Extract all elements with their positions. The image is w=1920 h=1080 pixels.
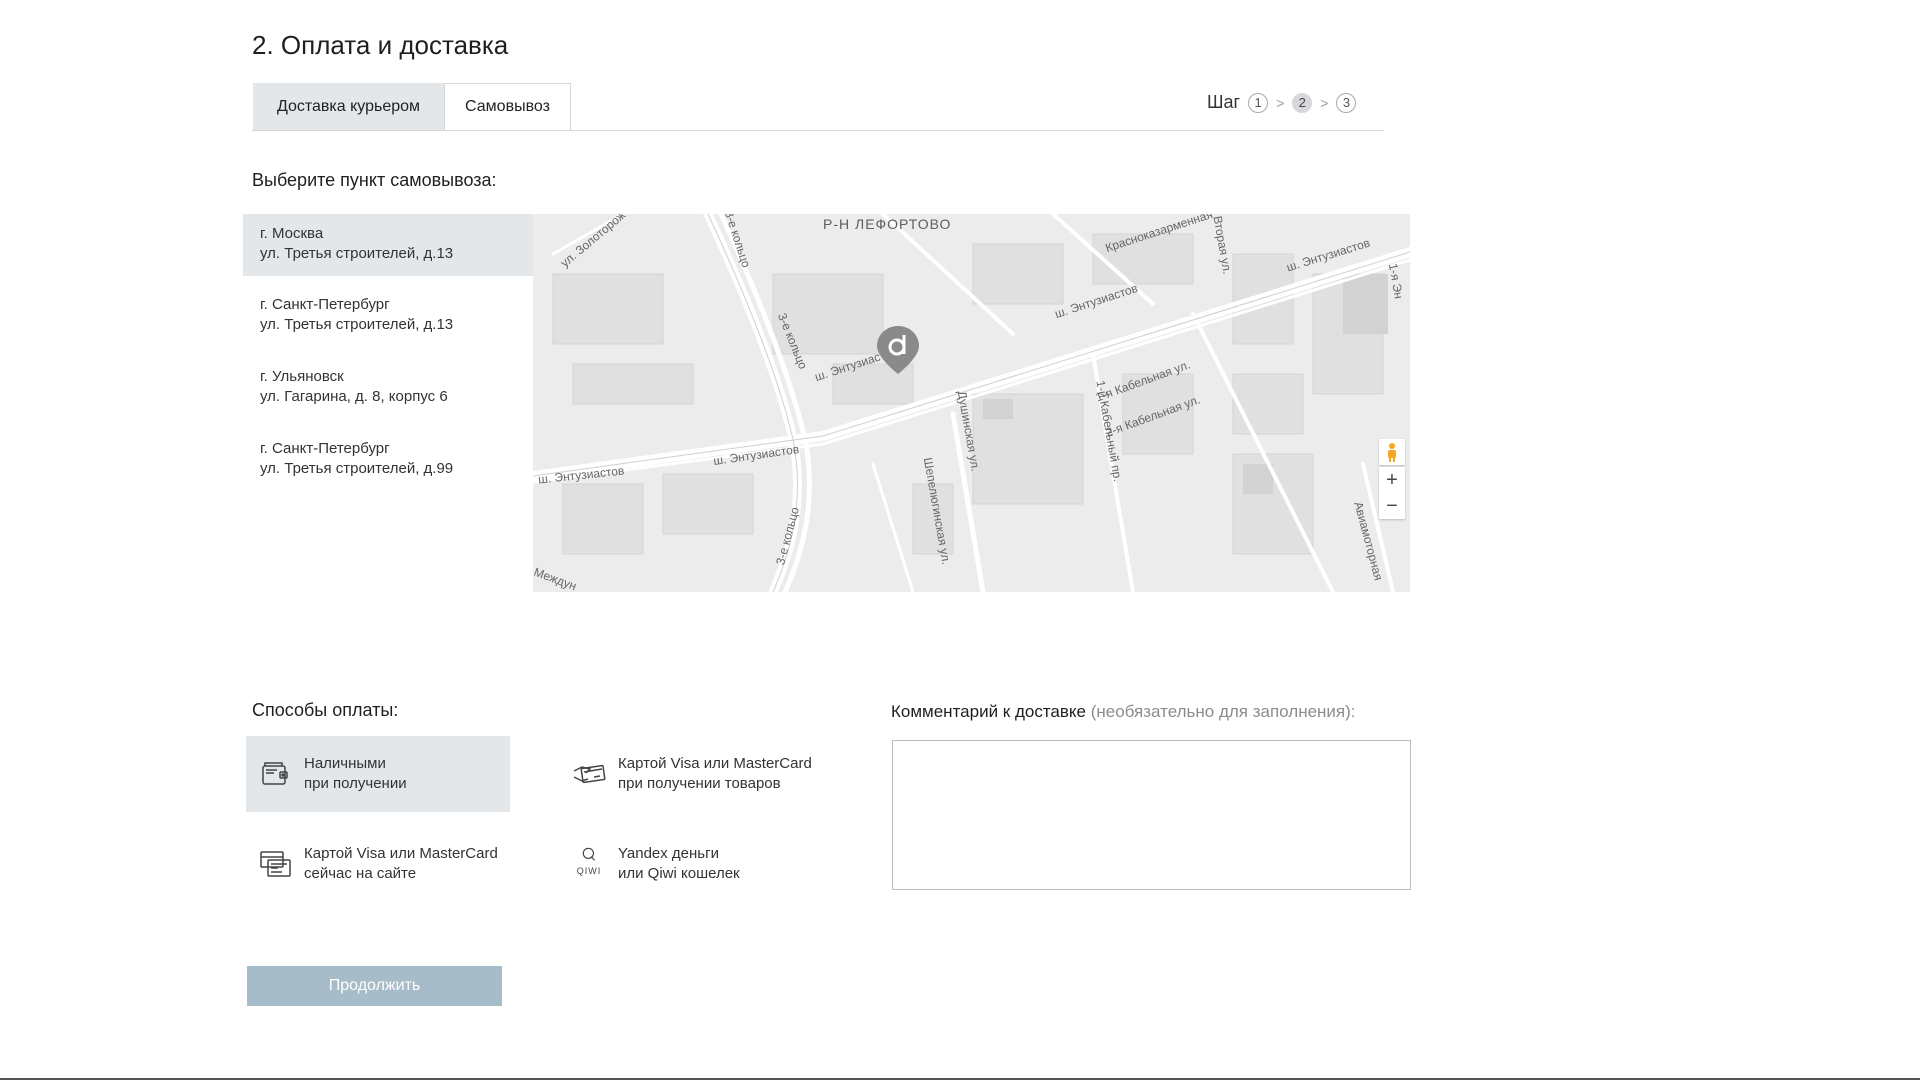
payment-option-line2: при получении товаров xyxy=(618,775,781,792)
payment-option-cash[interactable]: Наличными при получении xyxy=(246,736,510,812)
pickup-point[interactable]: г. Ульяновск ул. Гагарина, д. 8, корпус … xyxy=(243,357,533,419)
step-2: 2 xyxy=(1292,92,1313,113)
zoom-in-button[interactable]: + xyxy=(1379,467,1405,493)
step-indicator: Шаг 1 > 2 > 3 xyxy=(1207,92,1357,113)
wallet-icon xyxy=(258,757,292,791)
pickup-address: ул. Гагарина, д. 8, корпус 6 xyxy=(260,388,448,405)
payment-option-line2: сейчас на сайте xyxy=(304,865,417,882)
pickup-point-list: г. Москва ул. Третья строителей, д.13 г.… xyxy=(243,214,533,592)
continue-button[interactable]: Продолжить xyxy=(247,966,502,1006)
pickup-point[interactable]: г. Москва ул. Третья строителей, д.13 xyxy=(243,214,533,276)
payment-option-line1: Наличными xyxy=(304,755,386,772)
qiwi-icon: QIWI xyxy=(572,847,606,881)
payment-methods-label: Способы оплаты: xyxy=(252,700,399,720)
chevron-right-icon: > xyxy=(1320,94,1329,111)
payment-option-card-on-delivery[interactable]: Картой Visa или MasterCard при получении… xyxy=(560,736,824,812)
chevron-right-icon: > xyxy=(1276,94,1285,111)
pickup-city: г. Санкт-Петербург xyxy=(260,440,390,457)
step-label: Шаг xyxy=(1207,92,1241,112)
card-terminal-icon xyxy=(258,847,292,881)
payment-option-ewallet[interactable]: QIWI Yandex деньги или Qiwi кошелек xyxy=(560,826,824,902)
delivery-comment-field[interactable] xyxy=(892,740,1411,890)
map-pin-icon[interactable] xyxy=(875,324,921,376)
zoom-out-button[interactable]: − xyxy=(1379,493,1405,519)
step-1: 1 xyxy=(1248,92,1269,113)
payment-option-line1: Картой Visa или MasterCard xyxy=(304,845,498,862)
step-3: 3 xyxy=(1336,92,1357,113)
pickup-city: г. Москва xyxy=(260,225,324,242)
comment-label-text: Комментарий к доставке xyxy=(891,702,1086,721)
pickup-address: ул. Третья строителей, д.13 xyxy=(260,245,454,262)
payment-option-card-online[interactable]: Картой Visa или MasterCard сейчас на сай… xyxy=(246,826,510,902)
street-view-icon[interactable] xyxy=(1379,439,1405,465)
map-canvas xyxy=(533,214,1410,592)
comment-label: Комментарий к доставке (необязательно дл… xyxy=(891,702,1356,722)
map-district-label: Р-Н ЛЕФОРТОВО xyxy=(823,216,952,232)
card-hand-icon xyxy=(572,757,606,791)
pickup-label: Выберите пункт самовывоза: xyxy=(252,170,497,190)
pickup-point[interactable]: г. Санкт-Петербург ул. Третья строителей… xyxy=(243,429,533,491)
pickup-address: ул. Третья строителей, д.13 xyxy=(260,316,454,333)
tabs-divider xyxy=(252,130,1384,131)
pickup-city: г. Ульяновск xyxy=(260,368,344,385)
payment-option-line2: или Qiwi кошелек xyxy=(618,865,740,882)
pickup-point[interactable]: г. Санкт-Петербург ул. Третья строителей… xyxy=(243,285,533,347)
payment-option-line2: при получении xyxy=(304,775,407,792)
comment-hint: (необязательно для заполнения): xyxy=(1090,702,1356,721)
pickup-address: ул. Третья строителей, д.99 xyxy=(260,460,454,477)
page-title: 2. Оплата и доставка xyxy=(252,30,509,60)
tab-courier-delivery[interactable]: Доставка курьером xyxy=(253,83,444,130)
payment-option-line1: Картой Visa или MasterCard xyxy=(618,755,812,772)
pickup-map[interactable]: Р-Н ЛЕФОРТОВО ш. Энтузиастов ш. Энтузиас… xyxy=(533,214,1410,592)
qiwi-text: QIWI xyxy=(576,866,602,876)
pickup-city: г. Санкт-Петербург xyxy=(260,296,390,313)
tab-pickup[interactable]: Самовывоз xyxy=(444,83,571,131)
payment-option-line1: Yandex деньги xyxy=(618,845,719,862)
